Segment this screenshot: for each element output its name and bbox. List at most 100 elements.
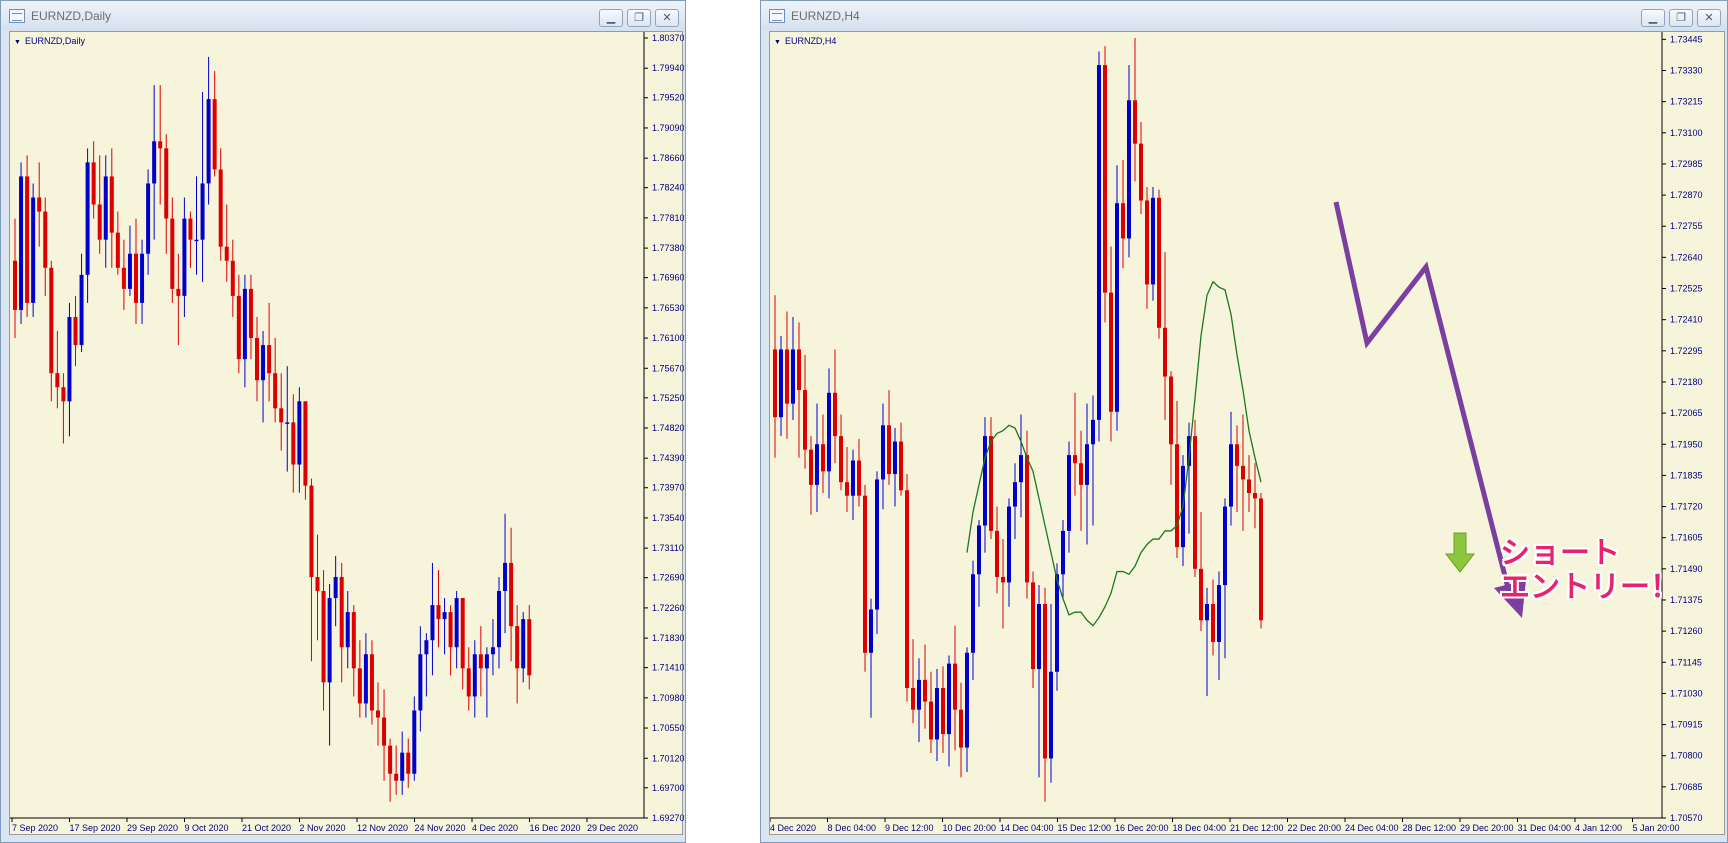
time-tick-label: 12 Nov 2020	[357, 823, 408, 833]
candle-body	[1127, 100, 1131, 239]
daily-chart-window[interactable]: EURNZD,Daily ▁ ❐ ✕ 1.80370 1.79940 1.79520…	[0, 0, 686, 843]
candle-body	[43, 211, 48, 268]
price-tick-label: 1.70570	[1670, 813, 1703, 823]
price-tick-label: 1.70915	[1670, 720, 1703, 730]
candle-body	[242, 288, 247, 360]
candle-body	[521, 619, 526, 669]
candle-body	[515, 626, 520, 669]
candle-body	[182, 218, 187, 296]
candle-body	[31, 197, 36, 303]
candle-body	[989, 436, 993, 531]
candle-body	[1019, 455, 1023, 483]
candle-body	[400, 752, 405, 781]
price-tick-label: 1.72690	[652, 573, 684, 583]
close-button[interactable]: ✕	[1697, 9, 1721, 27]
candle-body	[218, 169, 223, 247]
minimize-button[interactable]: ▁	[599, 9, 623, 27]
time-tick-label: 21 Dec 12:00	[1230, 823, 1284, 833]
candle-body	[357, 668, 362, 704]
price-tick-label: 1.72410	[1670, 315, 1703, 325]
short-entry-annotation: ショート エントリー！	[1500, 537, 1680, 605]
daily-candlestick-chart[interactable]: 1.80370 1.79940 1.79520 1.79090 1.78660 1.782…	[10, 32, 684, 836]
annotation-line-2: エントリー！	[1500, 571, 1680, 604]
h4-plot-area[interactable]: 1.73445 1.73330 1.73215 1.73100 1.72985 1.728…	[769, 31, 1725, 835]
candle-body	[1115, 203, 1119, 412]
candle-body	[472, 654, 477, 697]
candle-body	[158, 141, 163, 149]
h4-candlestick-chart[interactable]: 1.73445 1.73330 1.73215 1.73100 1.72985 1.728…	[770, 32, 1726, 836]
price-tick-label: 1.76530	[652, 303, 684, 313]
price-tick-label: 1.71830	[652, 633, 684, 643]
price-tick-label: 1.70685	[1670, 782, 1703, 792]
time-tick-label: 4 Dec 2020	[472, 823, 518, 833]
price-tick-label: 1.69700	[652, 783, 684, 793]
candle-body	[315, 576, 320, 592]
candle-body	[369, 654, 374, 711]
candle-body	[923, 679, 927, 702]
candle-body	[845, 482, 849, 496]
candle-body	[971, 574, 975, 653]
candle-body	[55, 373, 60, 388]
h4-chart-window[interactable]: EURNZD,H4 ▁ ❐ ✕ 1.73445 1.73330 1.73215 1.7…	[760, 0, 1728, 843]
candle-body	[995, 530, 999, 577]
candle-body	[25, 176, 30, 303]
candle-body	[478, 654, 483, 669]
time-tick-label: 5 Jan 20:00	[1633, 823, 1680, 833]
annotation-line-1: ショート	[1500, 537, 1620, 570]
candle-body	[959, 709, 963, 748]
candle-body	[327, 598, 332, 683]
price-tick-label: 1.79940	[652, 63, 684, 73]
price-tick-label: 1.72525	[1670, 284, 1703, 294]
time-tick-label: 9 Oct 2020	[185, 823, 229, 833]
candle-body	[1007, 506, 1011, 583]
candle-body	[436, 605, 441, 620]
daily-plot-area[interactable]: 1.80370 1.79940 1.79520 1.79090 1.78660 1.782…	[9, 31, 684, 836]
candle-body	[1085, 444, 1089, 485]
restore-button[interactable]: ❐	[627, 9, 651, 27]
time-tick-label: 29 Dec 2020	[587, 823, 638, 833]
candle-body	[941, 688, 945, 735]
candle-body	[1223, 506, 1227, 586]
candle-body	[527, 619, 532, 676]
candle-body	[424, 640, 429, 655]
restore-button[interactable]: ❐	[1669, 9, 1693, 27]
candle-body	[412, 710, 417, 774]
candle-body	[1163, 327, 1167, 377]
candle-body	[899, 441, 903, 491]
candle-body	[1133, 100, 1137, 144]
daily-titlebar[interactable]: EURNZD,Daily ▁ ❐ ✕	[1, 1, 685, 31]
time-tick-label: 18 Dec 04:00	[1173, 823, 1227, 833]
price-tick-label: 1.76100	[652, 333, 684, 343]
candle-body	[773, 349, 777, 418]
candle-body	[297, 401, 302, 465]
candle-body	[1253, 493, 1257, 499]
candle-body	[1037, 604, 1041, 670]
price-tick-label: 1.71145	[1670, 657, 1702, 667]
minimize-button[interactable]: ▁	[1641, 9, 1665, 27]
candle-body	[1175, 444, 1179, 548]
time-tick-label: 8 Dec 04:00	[828, 823, 877, 833]
candle-body	[97, 204, 102, 240]
candle-body	[109, 176, 114, 233]
close-button[interactable]: ✕	[655, 9, 679, 27]
candle-body	[1061, 530, 1065, 575]
candle-body	[779, 349, 783, 418]
candle-body	[255, 338, 259, 381]
price-tick-label: 1.72260	[652, 603, 684, 613]
time-tick-label: 29 Dec 20:00	[1460, 823, 1514, 833]
time-tick-label: 16 Dec 2020	[530, 823, 581, 833]
candle-body	[85, 162, 90, 275]
candle-body	[321, 591, 326, 683]
time-tick-label: 14 Dec 04:00	[1000, 823, 1054, 833]
candle-body	[236, 295, 241, 360]
candle-body	[333, 576, 338, 599]
h4-titlebar[interactable]: EURNZD,H4 ▁ ❐ ✕	[761, 1, 1727, 31]
price-tick-label: 1.77810	[652, 213, 684, 223]
candle-body	[121, 267, 126, 289]
candle-body	[1217, 585, 1221, 642]
entry-down-arrow-icon	[1444, 532, 1476, 573]
price-tick-label: 1.73540	[652, 513, 684, 523]
candle-body	[212, 99, 217, 170]
price-tick-label: 1.70120	[652, 753, 684, 763]
candle-body	[1079, 463, 1083, 485]
